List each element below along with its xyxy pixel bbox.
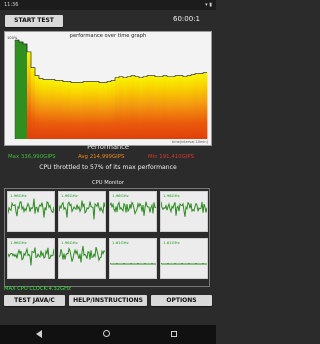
graph-bar (139, 77, 144, 139)
graph-bar (47, 79, 52, 139)
graph-bar (119, 76, 124, 139)
core-frequency-trace (8, 247, 54, 266)
status-bar: 11:36 ▾ ▮ (0, 0, 216, 10)
cpu-monitor-label: CPU Monitor (92, 180, 124, 186)
performance-graph: performance over time graph 100% time(in… (4, 31, 212, 146)
graph-bar (143, 76, 148, 139)
status-icons: ▾ ▮ (205, 2, 212, 8)
graph-bar (187, 75, 192, 139)
system-nav-bar (0, 325, 216, 344)
avg-stat: Avg 214,999GIPS (78, 154, 125, 160)
cpu-core-1: 1.96GHz (7, 191, 55, 232)
y-label-100: 100% (7, 36, 18, 40)
graph-plot (14, 39, 208, 140)
min-stat: Min 191,410GIPS (148, 154, 195, 160)
core-frequency-line (110, 200, 156, 216)
graph-bar (35, 75, 40, 139)
graph-bar (167, 76, 172, 139)
cpu-core-3: 1.96GHz (109, 191, 157, 232)
test-timer: 60:00:1 (173, 15, 200, 23)
graph-bar (19, 41, 24, 140)
graph-bar (155, 76, 160, 139)
home-icon[interactable] (103, 330, 110, 337)
recent-apps-icon[interactable] (171, 331, 177, 337)
core-frequency-line (8, 247, 54, 266)
graph-bar (87, 81, 92, 139)
core-frequency-trace (59, 200, 105, 220)
graph-bar (163, 75, 168, 139)
core-frequency-line (161, 262, 207, 265)
core-frequency-trace (110, 262, 156, 265)
cpu-core-7: 1.61GHz (109, 238, 157, 279)
graph-bar (95, 81, 100, 139)
core-frequency-line (59, 245, 105, 263)
core-frequency-trace (161, 262, 207, 265)
graph-bar (199, 73, 204, 139)
graph-bar (175, 75, 180, 139)
bottom-buttons: TEST JAVA/C HELP/INSTRUCTIONS OPTIONS (0, 295, 216, 306)
graph-bar (15, 40, 20, 139)
core-frequency-trace (59, 245, 105, 263)
core-frequency-line (59, 200, 105, 220)
cpu-core-8: 1.61GHz (160, 238, 208, 279)
graph-bar (55, 80, 60, 139)
graph-bar (195, 73, 200, 139)
graph-bar (71, 82, 76, 139)
cpu-core-6: 1.96GHz (58, 238, 106, 279)
status-time: 11:36 (4, 2, 19, 8)
graph-bar (203, 72, 208, 139)
graph-bar (99, 82, 104, 139)
options-button[interactable]: OPTIONS (151, 295, 212, 306)
graph-bar (39, 78, 44, 139)
max-stat: Max 336,990GIPS (8, 154, 56, 160)
cpu-core-2: 1.96GHz (58, 191, 106, 232)
core-frequency-line (161, 201, 207, 217)
graph-bar (43, 79, 48, 139)
graph-bar (51, 79, 56, 139)
core-frequency-line (110, 262, 156, 265)
graph-bar (79, 82, 84, 139)
performance-stats: Max 336,990GIPS Avg 214,999GIPS Min 191,… (0, 154, 216, 162)
back-icon[interactable] (36, 330, 42, 338)
graph-bar (103, 82, 108, 139)
graph-bar (67, 81, 72, 139)
graph-bar (179, 75, 184, 139)
graph-bar (135, 76, 140, 139)
graph-bar (171, 76, 176, 139)
graph-bar (191, 74, 196, 139)
top-bar: START TEST 60:00:1 (0, 10, 216, 30)
graph-bar (83, 81, 88, 139)
graph-bar (63, 81, 68, 139)
graph-bar (111, 80, 116, 139)
graph-bar (183, 76, 188, 139)
core-frequency-trace (8, 198, 54, 218)
graph-bar (147, 75, 152, 139)
core-frequency-trace (161, 201, 207, 217)
help-instructions-button[interactable]: HELP/INSTRUCTIONS (69, 295, 147, 306)
core-frequency-trace (110, 200, 156, 216)
graph-bar (115, 77, 120, 139)
graph-bar (123, 77, 128, 139)
graph-bar (131, 75, 136, 139)
graph-bar (107, 81, 112, 139)
test-java-button[interactable]: TEST JAVA/C (4, 295, 65, 306)
graph-bar (31, 67, 36, 139)
cpu-core-5: 1.96GHz (7, 238, 55, 279)
core-frequency-line (8, 198, 54, 218)
graph-bar (59, 80, 64, 139)
graph-bar (159, 76, 164, 139)
max-cpu-clock: MAX CPU CLOCK:4.32GHz (4, 286, 71, 292)
graph-bar (91, 81, 96, 139)
cpu-monitor-panel: 1.96GHz 1.96GHz 1.96GHz 1.96GHz 1.96GHz … (4, 188, 210, 287)
start-test-button[interactable]: START TEST (5, 15, 63, 27)
graph-bar (75, 82, 80, 139)
graph-bar (127, 76, 132, 139)
cpu-core-4: 1.96GHz (160, 191, 208, 232)
graph-bar (151, 75, 156, 139)
throttle-text: CPU throttled to 57% of its max performa… (39, 164, 177, 171)
graph-bar (23, 43, 28, 139)
performance-title: Performance (87, 143, 129, 151)
